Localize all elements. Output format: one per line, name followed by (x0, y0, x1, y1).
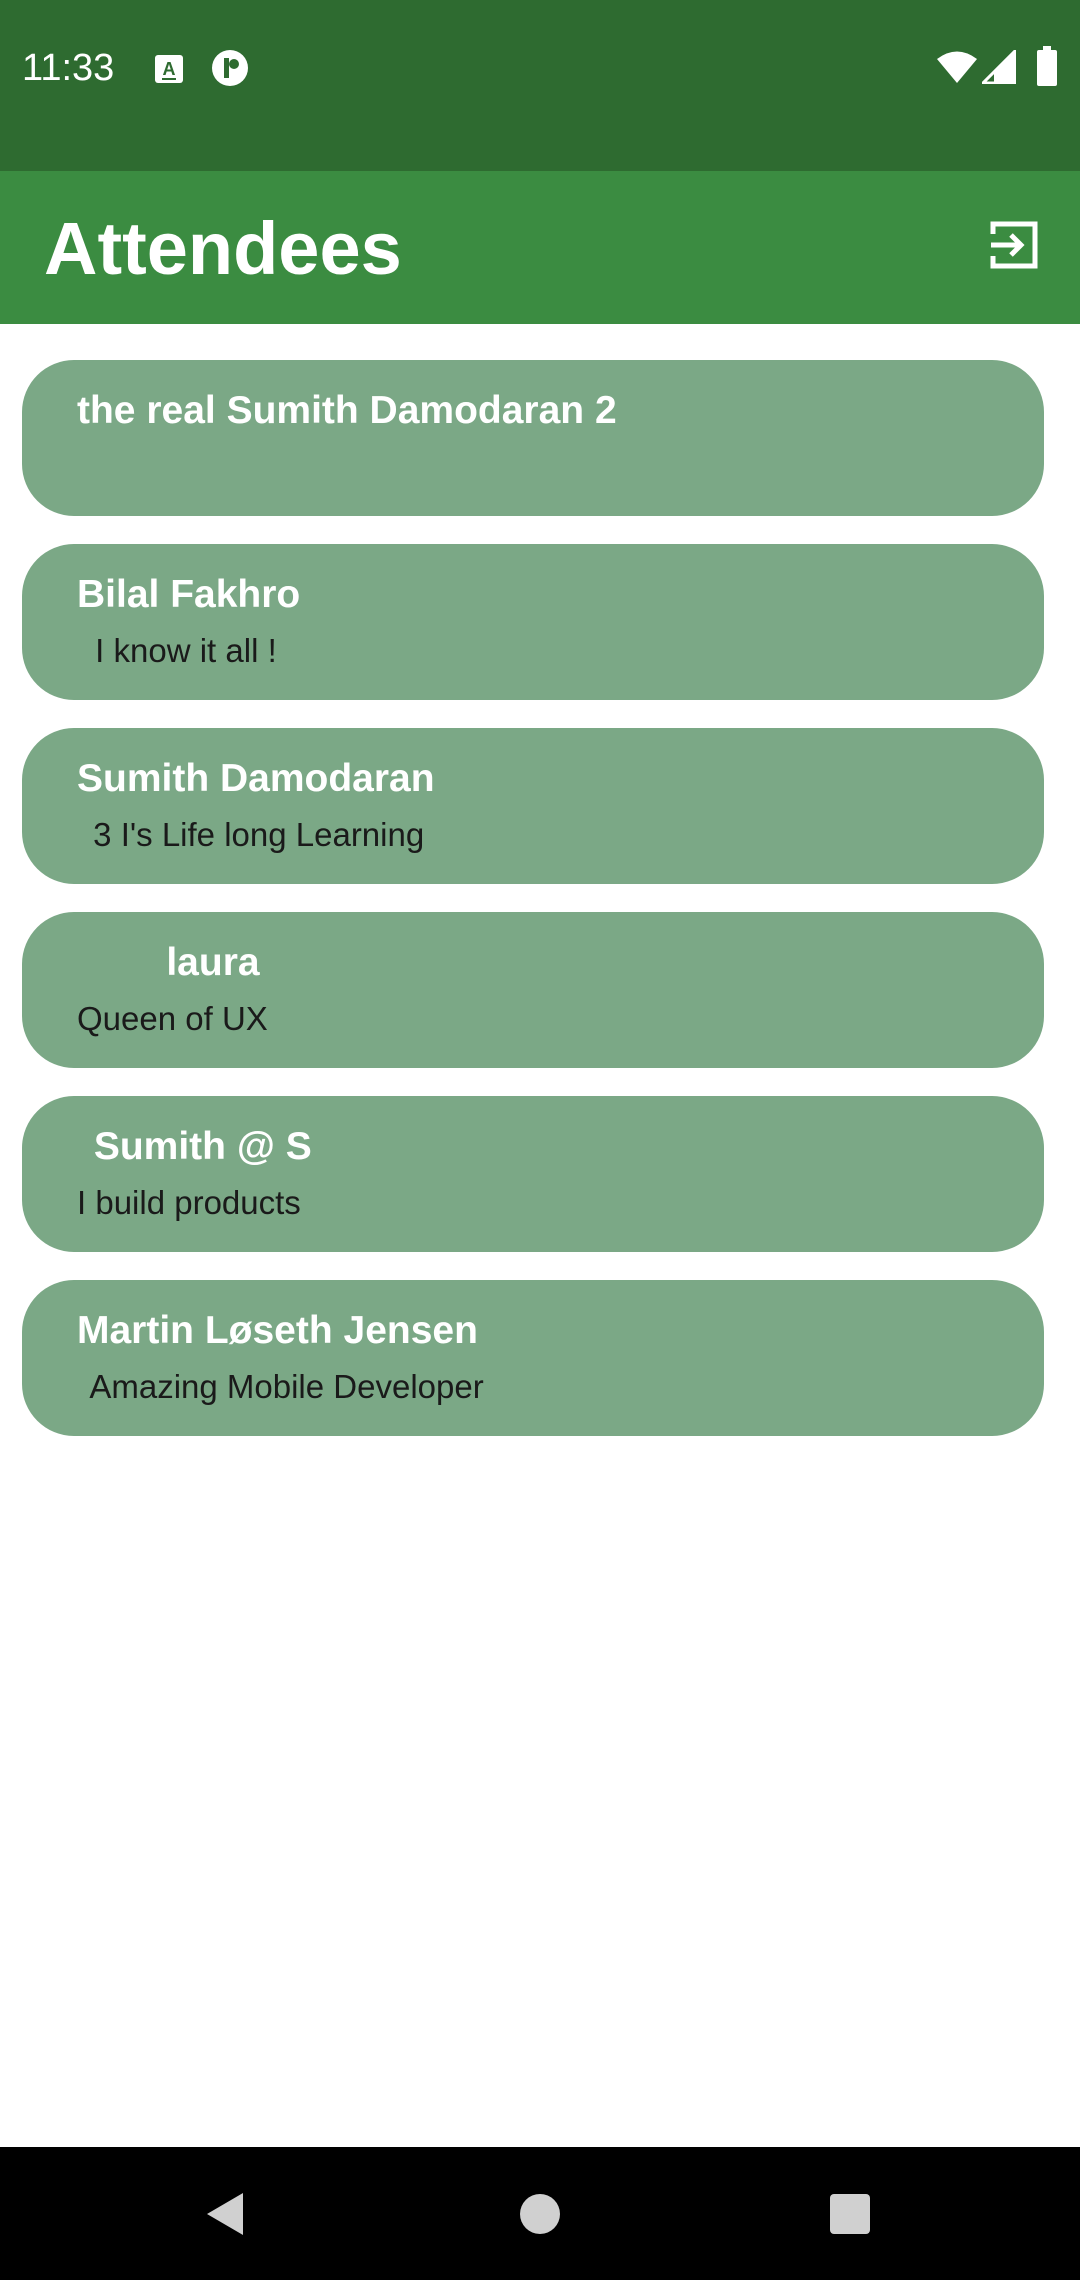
svg-text:A: A (163, 59, 176, 79)
back-icon (207, 2192, 243, 2235)
back-button[interactable] (185, 2147, 265, 2280)
attendee-name: laura (123, 941, 260, 984)
logout-icon (990, 221, 1038, 269)
home-icon (520, 2193, 560, 2234)
keyboard-a-icon: A (155, 55, 183, 83)
attendee-bio: 3 I's Life long Learning (84, 816, 425, 853)
attendee-bio: Queen of UX (77, 1000, 268, 1037)
wifi-icon (937, 51, 977, 83)
battery-icon (1037, 46, 1057, 86)
logout-button[interactable] (978, 209, 1050, 281)
attendee-name: Sumith @ S (83, 1125, 312, 1168)
attendee-name: Martin Løseth Jensen (77, 1309, 478, 1352)
attendee-bio: Amazing Mobile Developer (82, 1368, 484, 1405)
attendee-card[interactable]: Bilal Fakhro I know it all ! (22, 544, 1044, 700)
home-button[interactable] (500, 2147, 580, 2280)
app-notification-icon (212, 50, 248, 86)
status-bar: 11:33 A (0, 0, 1080, 171)
attendee-card[interactable]: Sumith @ S I build products (22, 1096, 1044, 1252)
attendee-card[interactable]: laura Queen of UX (22, 912, 1044, 1068)
attendee-card[interactable]: Sumith Damodaran 3 I's Life long Learnin… (22, 728, 1044, 884)
navigation-bar (0, 2147, 1080, 2280)
recents-button[interactable] (810, 2147, 890, 2280)
recents-icon (830, 2193, 870, 2234)
attendee-card[interactable]: Martin Løseth Jensen Amazing Mobile Deve… (22, 1280, 1044, 1436)
app-bar: Attendees (0, 171, 1080, 324)
attendee-bio: I know it all ! (86, 632, 277, 669)
attendee-card[interactable]: the real Sumith Damodaran 2 (22, 360, 1044, 516)
attendee-name: Bilal Fakhro (77, 573, 301, 616)
attendee-name: the real Sumith Damodaran 2 (77, 389, 617, 432)
status-time: 11:33 (22, 47, 115, 89)
attendee-list: the real Sumith Damodaran 2 Bilal Fakhro… (22, 360, 1044, 1464)
page-title: Attendees (44, 207, 402, 290)
attendee-bio: I build products (77, 1184, 301, 1221)
cell-signal-icon (982, 50, 1016, 84)
attendee-name: Sumith Damodaran (77, 757, 435, 800)
